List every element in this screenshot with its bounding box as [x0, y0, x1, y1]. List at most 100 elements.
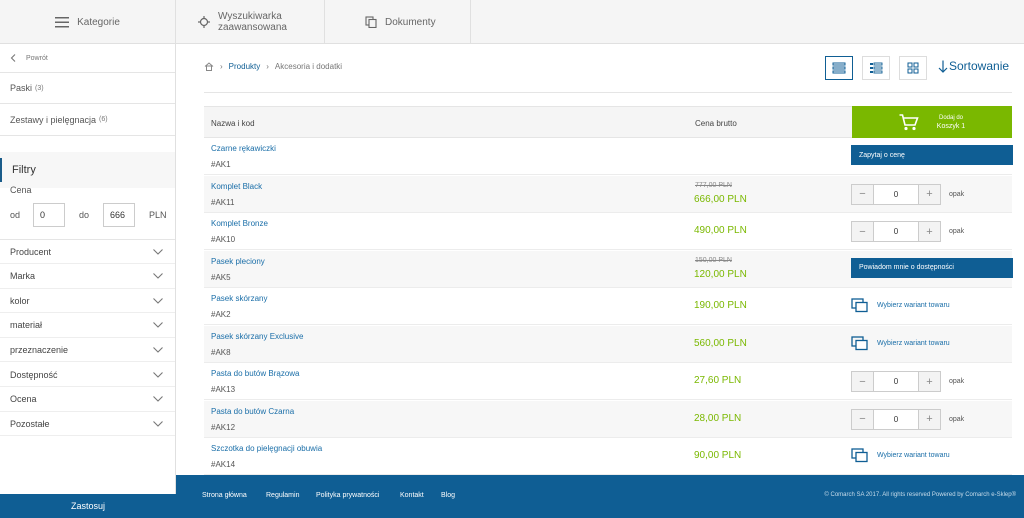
- grid-view-button[interactable]: [899, 56, 927, 80]
- category-count: (6): [99, 116, 108, 123]
- footer-link-home[interactable]: Strona główna: [202, 492, 247, 499]
- filter-item[interactable]: Dostępność: [0, 363, 175, 387]
- sort-button[interactable]: Sortowanie: [938, 59, 1009, 73]
- product-price: 120,00 PLN: [694, 268, 747, 280]
- plus-button[interactable]: +: [919, 409, 940, 429]
- sidebar: Powrót Paski (3) Zestawy i pielęgnacja (6)…: [0, 44, 176, 518]
- footer: Strona główna Regulamin Polityka prywatn…: [176, 475, 1024, 518]
- compact-view-button[interactable]: [862, 56, 890, 80]
- product-code: #AK12: [211, 422, 236, 432]
- plus-button[interactable]: +: [919, 222, 940, 241]
- quantity-stepper[interactable]: −0 +: [851, 371, 941, 392]
- sidebar-item-zestawy[interactable]: Zestawy i pielęgnacja (6): [0, 104, 175, 136]
- back-link[interactable]: Powrót: [0, 44, 175, 73]
- product-name[interactable]: Komplet Bronze: [211, 219, 268, 228]
- product-price: 666,00 PLN: [694, 193, 747, 205]
- unit-label: opak: [949, 190, 965, 198]
- unit-label: opak: [949, 415, 965, 423]
- filter-label: Pozostałe: [10, 418, 50, 429]
- minus-button[interactable]: −: [852, 372, 873, 391]
- product-code: #AK11: [211, 197, 235, 207]
- filter-item[interactable]: materiał: [0, 314, 175, 338]
- product-name[interactable]: Pasek pleciony: [211, 257, 265, 266]
- list-view-icon: [832, 62, 846, 74]
- product-price: 490,00 PLN: [694, 225, 747, 236]
- documents-tab[interactable]: Dokumenty: [325, 0, 471, 44]
- quantity-stepper[interactable]: −0 +: [851, 183, 941, 205]
- top-bar: Kategorie Wyszukiwarka zaawansowana Doku…: [0, 0, 1024, 44]
- quantity-stepper[interactable]: −0 +: [851, 408, 941, 430]
- price-label: Cena: [10, 185, 32, 195]
- footer-link-terms[interactable]: Regulamin: [266, 492, 299, 499]
- table-row: Komplet Black #AK11 777,00 PLN 666,00 PLN −0…: [204, 175, 1012, 213]
- variant-label: Wybierz wariant towaru: [877, 452, 950, 459]
- filter-item[interactable]: Ocena: [0, 388, 175, 412]
- product-name[interactable]: Pasta do butów Czarna: [211, 407, 294, 416]
- quantity-input[interactable]: 0: [873, 372, 919, 391]
- choose-variant-link[interactable]: Wybierz wariant towaru: [851, 335, 950, 351]
- filter-label: Ocena: [10, 394, 37, 405]
- price-to-input[interactable]: 666: [103, 203, 135, 227]
- advanced-search-tab[interactable]: Wyszukiwarka zaawansowana: [176, 0, 325, 44]
- table-row: Pasek skórzany Exclusive #AK8 560,00 PLN Wy…: [204, 325, 1012, 363]
- filter-item[interactable]: przeznaczenie: [0, 338, 175, 363]
- sidebar-item-paski[interactable]: Paski (3): [0, 73, 175, 104]
- footer-link-blog[interactable]: Blog: [441, 492, 455, 499]
- product-name[interactable]: Komplet Black: [211, 182, 262, 191]
- variant-icon: [851, 448, 869, 463]
- divider: [204, 92, 1012, 93]
- product-name[interactable]: Czarne rękawiczki: [211, 144, 276, 153]
- arrow-down-icon: [938, 60, 948, 73]
- plus-button[interactable]: +: [919, 184, 940, 204]
- product-price: 27,60 PLN: [694, 375, 742, 386]
- filter-item[interactable]: Marka: [0, 265, 175, 289]
- price-from-input[interactable]: 0: [33, 203, 65, 227]
- quantity-input[interactable]: 0: [873, 409, 919, 429]
- table-row: Pasek skórzany #AK2 190,00 PLN Wybierz wari…: [204, 288, 1012, 325]
- footer-link-contact[interactable]: Kontakt: [400, 492, 424, 499]
- add-to-cart-button[interactable]: Dodaj do Koszyk 1: [852, 106, 1012, 138]
- minus-button[interactable]: −: [852, 409, 873, 429]
- home-icon[interactable]: [204, 62, 214, 71]
- list-view-button[interactable]: [825, 56, 853, 80]
- product-name[interactable]: Pasek skórzany Exclusive: [211, 332, 303, 341]
- filter-item[interactable]: Producent: [0, 240, 175, 264]
- breadcrumb-products[interactable]: Produkty: [229, 62, 261, 71]
- minus-button[interactable]: −: [852, 184, 873, 204]
- table-row: Pasta do butów Czarna #AK12 28,00 PLN −0 + op…: [204, 400, 1012, 438]
- footer-link-privacy[interactable]: Polityka prywatności: [316, 492, 379, 499]
- choose-variant-link[interactable]: Wybierz wariant towaru: [851, 298, 950, 313]
- column-name-header: Nazwa i kod: [211, 119, 255, 128]
- quantity-stepper[interactable]: −0 +: [851, 221, 941, 242]
- quantity-input[interactable]: 0: [873, 222, 919, 241]
- apply-button[interactable]: Zastosuj: [0, 494, 176, 518]
- chevron-down-icon: [153, 273, 163, 279]
- product-action-button[interactable]: Powiadom mnie o dostępności: [851, 257, 1013, 278]
- product-name[interactable]: Pasek skórzany: [211, 294, 267, 303]
- breadcrumb-separator: ›: [266, 62, 269, 71]
- table-row: Szczotka do pielęgnacji obuwia #AK14 90,00…: [204, 438, 1012, 475]
- categories-button[interactable]: Kategorie: [0, 0, 176, 44]
- currency-label: PLN: [149, 210, 167, 220]
- product-price: 190,00 PLN: [694, 300, 747, 311]
- breadcrumb-separator: ›: [220, 62, 223, 71]
- filter-item[interactable]: Pozostałe: [0, 412, 175, 437]
- filter-label: przeznaczenie: [10, 344, 69, 355]
- copyright: © Comarch SA 2017. All rights reserved P…: [824, 492, 1016, 498]
- minus-button[interactable]: −: [852, 222, 873, 241]
- advanced-search-label: Wyszukiwarka zaawansowana: [218, 11, 287, 33]
- product-action-button[interactable]: Zapytaj o cenę: [851, 145, 1013, 165]
- variant-icon: [851, 335, 869, 351]
- filter-label: Dostępność: [10, 369, 58, 380]
- filter-item[interactable]: kolor: [0, 289, 175, 314]
- quantity-input[interactable]: 0: [873, 184, 919, 204]
- plus-button[interactable]: +: [919, 372, 940, 391]
- choose-variant-link[interactable]: Wybierz wariant towaru: [851, 448, 950, 463]
- product-price: 560,00 PLN: [694, 337, 747, 349]
- price-from-label: od: [10, 210, 21, 220]
- product-code: #AK10: [211, 235, 236, 244]
- product-name[interactable]: Pasta do butów Brązowa: [211, 369, 300, 378]
- category-label: Zestawy i pielęgnacja: [10, 114, 97, 125]
- table-row: Czarne rękawiczki #AK1 Zapytaj o cenę: [204, 138, 1013, 175]
- product-name[interactable]: Szczotka do pielęgnacji obuwia: [211, 444, 322, 453]
